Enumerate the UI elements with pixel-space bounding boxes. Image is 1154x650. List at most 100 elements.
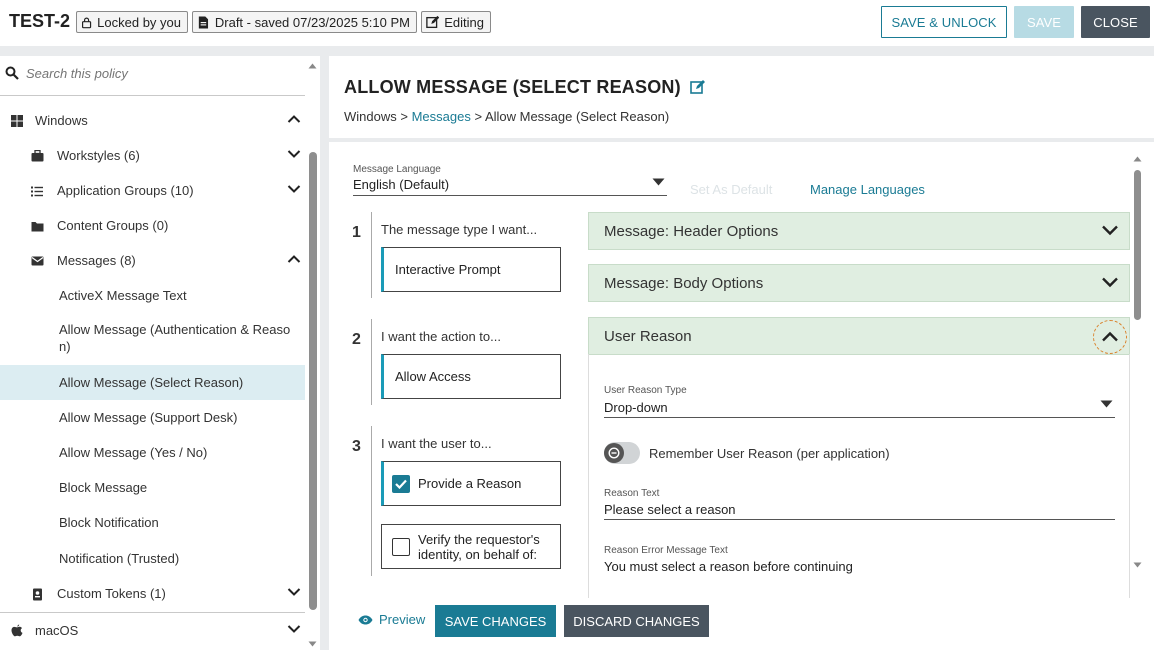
tree-item-label: Block Message [59, 480, 148, 495]
remember-reason-label: Remember User Reason (per application) [649, 446, 890, 461]
user-reason-type-underline [604, 417, 1115, 418]
user-reason-type-select[interactable]: Drop-down [604, 400, 668, 415]
list-icon [30, 184, 44, 198]
tree-item-label-line2: n) [59, 339, 71, 354]
locked-badge: Locked by you [76, 11, 188, 33]
edit-title-icon[interactable] [690, 80, 706, 95]
save-and-unlock-button[interactable]: SAVE & UNLOCK [881, 6, 1007, 38]
tree-item-macos[interactable]: macOS [0, 612, 305, 647]
close-button[interactable]: CLOSE [1081, 6, 1150, 38]
tree-item-application-groups[interactable]: Application Groups (10) [0, 173, 305, 208]
tree-item-notification-trusted[interactable]: Notification (Trusted) [0, 541, 305, 576]
editing-badge: Editing [421, 11, 491, 33]
step-label: The message type I want... [381, 222, 538, 237]
envelope-icon [30, 254, 44, 268]
tree-item-label: Messages (8) [57, 253, 136, 268]
step-number: 1 [352, 224, 361, 241]
message-type-selector[interactable]: Interactive Prompt [381, 247, 561, 292]
token-icon [30, 587, 44, 601]
tree-item-workstyles[interactable]: Workstyles (6) [0, 138, 305, 173]
chevron-down-icon[interactable] [287, 184, 301, 194]
save-button[interactable]: SAVE [1014, 6, 1074, 38]
tree-item-custom-tokens[interactable]: Custom Tokens (1) [0, 576, 305, 611]
tree-item-allow-message-support-desk[interactable]: Allow Message (Support Desk) [0, 400, 305, 435]
collapse-user-reason-button[interactable] [1093, 320, 1127, 354]
sidebar-scrollbar[interactable] [305, 56, 320, 650]
chevron-down-icon[interactable] [287, 624, 301, 634]
message-language-select[interactable]: English (Default) [353, 177, 449, 192]
save-changes-button[interactable]: SAVE CHANGES [435, 605, 556, 637]
step-divider [371, 212, 372, 298]
search-input[interactable] [26, 66, 296, 81]
message-language-label: Message Language [353, 164, 441, 175]
scroll-up-arrow-icon[interactable] [1133, 156, 1142, 162]
search-icon [5, 66, 19, 80]
toggle-knob [604, 443, 624, 463]
tree-item-label: Allow Message (Support Desk) [59, 410, 238, 425]
breadcrumb-messages-link[interactable]: Messages [412, 109, 471, 124]
tree-item-label: Content Groups (0) [57, 218, 169, 233]
remember-reason-toggle[interactable] [604, 442, 640, 464]
step-label: I want the user to... [381, 436, 492, 451]
editing-label: Editing [444, 14, 484, 30]
tree-item-block-message[interactable]: Block Message [0, 470, 305, 505]
tree-item-messages[interactable]: Messages (8) [0, 243, 305, 278]
reason-text-underline [604, 519, 1115, 520]
reason-error-input[interactable]: You must select a reason before continui… [604, 559, 853, 574]
accordion-body-options[interactable]: Message: Body Options [588, 264, 1130, 302]
provide-reason-option[interactable]: Provide a Reason [381, 461, 561, 506]
discard-changes-button[interactable]: DISCARD CHANGES [564, 605, 709, 637]
accordion-user-reason[interactable]: User Reason [588, 317, 1130, 355]
action-selector[interactable]: Allow Access [381, 354, 561, 399]
chevron-up-icon[interactable] [287, 114, 301, 124]
reason-text-input[interactable]: Please select a reason [604, 502, 736, 517]
scroll-down-arrow-icon[interactable] [308, 641, 317, 647]
accordion-title: User Reason [604, 327, 692, 345]
tree-item-activex-message-text[interactable]: ActiveX Message Text [0, 278, 305, 313]
verify-identity-line2: identity, on behalf of: [418, 546, 538, 562]
tree-item-label: Application Groups (10) [57, 183, 194, 198]
locked-label: Locked by you [97, 14, 181, 30]
tree-item-windows[interactable]: Windows [0, 103, 305, 138]
step-divider [371, 319, 372, 405]
apple-icon [10, 623, 24, 637]
draft-label: Draft - saved 07/23/2025 5:10 PM [214, 14, 410, 30]
set-as-default-link[interactable]: Set As Default [690, 182, 772, 197]
chevron-down-icon[interactable] [287, 587, 301, 597]
tree-item-label: Windows [35, 113, 88, 128]
tree-item-label: Custom Tokens (1) [57, 586, 166, 601]
scroll-down-arrow-icon[interactable] [1133, 562, 1142, 568]
document-icon [198, 16, 209, 28]
tree-item-allow-message-authentication[interactable]: Allow Message (Authentication & Reaso n) [0, 313, 305, 365]
reason-text-label: Reason Text [604, 488, 660, 499]
accordion-header-options[interactable]: Message: Header Options [588, 212, 1130, 250]
chevron-up-icon[interactable] [287, 254, 301, 264]
chevron-down-icon[interactable] [1101, 224, 1119, 236]
verify-identity-option[interactable]: Verify the requestor's identity, on beha… [381, 524, 561, 569]
sidebar-scrollbar-thumb[interactable] [309, 152, 317, 610]
tree-item-allow-message-yes-no[interactable]: Allow Message (Yes / No) [0, 435, 305, 470]
tree-item-label-line1: Allow Message (Authentication & Reaso [59, 322, 291, 337]
content-scrollbar-thumb[interactable] [1134, 170, 1141, 320]
step-number: 2 [352, 331, 361, 348]
dropdown-caret-icon[interactable] [652, 178, 665, 186]
page-title: ALLOW MESSAGE (SELECT REASON) [344, 77, 706, 98]
eye-icon [358, 615, 373, 624]
tree-item-content-groups[interactable]: Content Groups (0) [0, 208, 305, 243]
tree-item-block-notification[interactable]: Block Notification [0, 505, 305, 540]
chevron-down-icon[interactable] [287, 149, 301, 159]
manage-languages-link[interactable]: Manage Languages [810, 182, 925, 197]
message-type-value: Interactive Prompt [395, 262, 501, 277]
provide-reason-label: Provide a Reason [418, 476, 522, 491]
verify-identity-line1: Verify the requestor's [418, 531, 540, 547]
scroll-up-arrow-icon[interactable] [308, 63, 317, 69]
chevron-down-icon[interactable] [1101, 276, 1119, 288]
tree-item-allow-message-select-reason[interactable]: Allow Message (Select Reason) [0, 365, 305, 400]
preview-button[interactable]: Preview [358, 612, 425, 627]
provide-reason-checkbox[interactable] [392, 474, 410, 493]
dropdown-caret-icon[interactable] [1100, 400, 1113, 408]
policy-sidebar: Windows Workstyles (6) Application Group… [0, 56, 320, 650]
tree-item-label: Notification (Trusted) [59, 551, 180, 566]
verify-identity-checkbox[interactable] [392, 537, 410, 556]
tree-item-label: Allow Message (Select Reason) [59, 375, 244, 390]
